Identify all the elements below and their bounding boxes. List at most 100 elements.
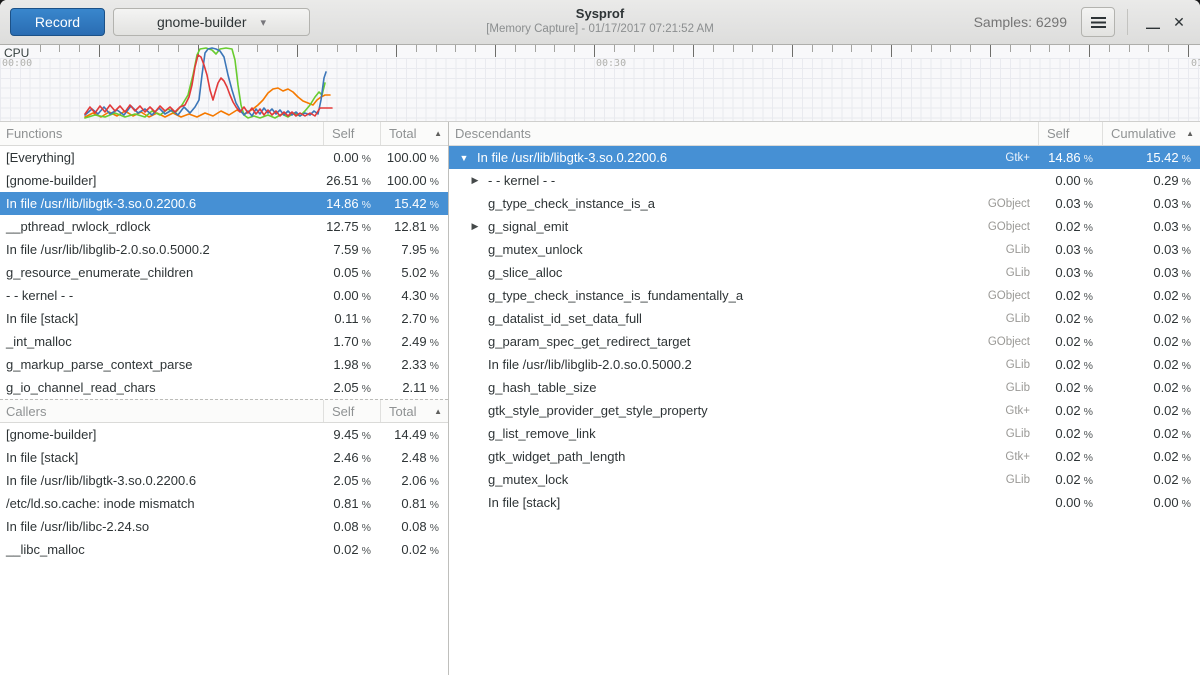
tree-row[interactable]: g_list_remove_linkGLib0.02%0.02%	[449, 422, 1200, 445]
expander-icon[interactable]: ▶	[468, 175, 482, 186]
percent-sign: %	[1182, 452, 1191, 464]
tree-row[interactable]: g_datalist_id_set_data_fullGLib0.02%0.02…	[449, 307, 1200, 330]
tree-row[interactable]: In file [stack]0.00%0.00%	[449, 491, 1200, 514]
cumulative-percent: 0.02%	[1102, 449, 1200, 464]
tree-row[interactable]: g_type_check_instance_is_aGObject0.03%0.…	[449, 192, 1200, 215]
table-row[interactable]: In file [stack]0.11%2.70%	[0, 307, 448, 330]
table-row[interactable]: In file /usr/lib/libgtk-3.so.0.2200.62.0…	[0, 469, 448, 492]
table-row[interactable]: [gnome-builder]26.51%100.00%	[0, 169, 448, 192]
expander-icon[interactable]: ▶	[468, 221, 482, 232]
tree-row[interactable]: In file /usr/lib/libglib-2.0.so.0.5000.2…	[449, 353, 1200, 376]
descendants-pane: Descendants Self Cumulative▲ ▼In file /u…	[449, 122, 1200, 675]
functions-column-header[interactable]: Functions	[0, 126, 323, 141]
percent-sign: %	[362, 383, 371, 395]
function-name: g_slice_alloc	[482, 265, 956, 280]
total-percent: 2.48%	[380, 450, 448, 465]
function-name: g_list_remove_link	[482, 426, 956, 441]
percent-sign: %	[1084, 245, 1093, 257]
table-row[interactable]: g_resource_enumerate_children0.05%5.02%	[0, 261, 448, 284]
percent-sign: %	[1182, 291, 1191, 303]
functions-table: [Everything]0.00%100.00%[gnome-builder]2…	[0, 146, 448, 399]
self-percent: 0.00%	[1038, 495, 1102, 510]
minimize-button[interactable]: —	[1140, 9, 1166, 35]
percent-sign: %	[430, 245, 439, 257]
tree-row[interactable]: g_hash_table_sizeGLib0.02%0.02%	[449, 376, 1200, 399]
self-percent: 0.03%	[1038, 196, 1102, 211]
function-name: g_type_check_instance_is_a	[482, 196, 956, 211]
table-row[interactable]: In file [stack]2.46%2.48%	[0, 446, 448, 469]
cpu-blue	[85, 48, 326, 116]
tree-row[interactable]: ▶- - kernel - -0.00%0.29%	[449, 169, 1200, 192]
close-icon: ✕	[1173, 14, 1185, 31]
library-tag: GLib	[956, 359, 1038, 371]
table-row[interactable]: g_markup_parse_context_parse1.98%2.33%	[0, 353, 448, 376]
target-selector[interactable]: gnome-builder ▾	[113, 8, 310, 36]
cumulative-percent: 0.02%	[1102, 334, 1200, 349]
headerbar-separator	[1127, 9, 1128, 35]
table-row[interactable]: __libc_malloc0.02%0.02%	[0, 538, 448, 561]
expander-icon[interactable]: ▼	[457, 153, 471, 163]
self-column-header[interactable]: Self	[323, 400, 380, 422]
table-row[interactable]: [Everything]0.00%100.00%	[0, 146, 448, 169]
tree-row[interactable]: g_mutex_unlockGLib0.03%0.03%	[449, 238, 1200, 261]
callers-column-header[interactable]: Callers	[0, 404, 323, 419]
function-name: g_resource_enumerate_children	[0, 265, 323, 280]
library-tag: GLib	[956, 313, 1038, 325]
table-row[interactable]: /etc/ld.so.cache: inode mismatch0.81%0.8…	[0, 492, 448, 515]
percent-sign: %	[1182, 153, 1191, 165]
library-tag: GLib	[956, 382, 1038, 394]
cpu-visualizer[interactable]: CPU 00:00 00:30 01:00	[0, 45, 1200, 122]
self-percent: 1.70%	[323, 334, 380, 349]
time-label-mid: 00:30	[596, 58, 626, 69]
self-percent: 2.05%	[323, 473, 380, 488]
total-percent: 2.33%	[380, 357, 448, 372]
self-percent: 0.00%	[1038, 173, 1102, 188]
percent-sign: %	[362, 153, 371, 165]
record-button[interactable]: Record	[10, 8, 105, 36]
table-row[interactable]: - - kernel - -0.00%4.30%	[0, 284, 448, 307]
sort-arrow-icon: ▲	[1186, 129, 1194, 138]
tree-row[interactable]: g_mutex_lockGLib0.02%0.02%	[449, 468, 1200, 491]
self-column-header[interactable]: Self	[323, 122, 380, 145]
percent-sign: %	[430, 499, 439, 511]
table-row[interactable]: _int_malloc1.70%2.49%	[0, 330, 448, 353]
tree-row[interactable]: gtk_style_provider_get_style_propertyGtk…	[449, 399, 1200, 422]
tree-row[interactable]: ▶g_signal_emitGObject0.02%0.03%	[449, 215, 1200, 238]
percent-sign: %	[362, 522, 371, 534]
total-column-label: Total	[389, 126, 416, 141]
table-row[interactable]: [gnome-builder]9.45%14.49%	[0, 423, 448, 446]
function-name: [Everything]	[0, 150, 323, 165]
table-row[interactable]: In file /usr/lib/libgtk-3.so.0.2200.614.…	[0, 192, 448, 215]
tree-row[interactable]: g_param_spec_get_redirect_targetGObject0…	[449, 330, 1200, 353]
tree-row[interactable]: ▼In file /usr/lib/libgtk-3.so.0.2200.6Gt…	[449, 146, 1200, 169]
percent-sign: %	[1084, 475, 1093, 487]
self-percent: 14.86%	[323, 196, 380, 211]
tree-row[interactable]: gtk_widget_path_lengthGtk+0.02%0.02%	[449, 445, 1200, 468]
profile-panes: Functions Self Total▲ [Everything]0.00%1…	[0, 122, 1200, 675]
self-column-header[interactable]: Self	[1038, 122, 1102, 145]
cumulative-percent: 0.00%	[1102, 495, 1200, 510]
total-column-header[interactable]: Total▲	[380, 400, 448, 422]
cumulative-column-header[interactable]: Cumulative▲	[1102, 122, 1200, 145]
total-percent: 5.02%	[380, 265, 448, 280]
self-percent: 7.59%	[323, 242, 380, 257]
time-label-end: 01:00	[1191, 58, 1200, 69]
total-column-header[interactable]: Total▲	[380, 122, 448, 145]
total-percent: 4.30%	[380, 288, 448, 303]
percent-sign: %	[1084, 406, 1093, 418]
cpu-lines	[0, 45, 1200, 122]
tree-row[interactable]: g_slice_allocGLib0.03%0.03%	[449, 261, 1200, 284]
close-button[interactable]: ✕	[1166, 9, 1192, 35]
self-percent: 0.03%	[1038, 242, 1102, 257]
table-row[interactable]: g_io_channel_read_chars2.05%2.11%	[0, 376, 448, 399]
descendants-column-header[interactable]: Descendants	[449, 126, 1038, 141]
function-name: [gnome-builder]	[0, 173, 323, 188]
tree-row[interactable]: g_type_check_instance_is_fundamentally_a…	[449, 284, 1200, 307]
percent-sign: %	[1182, 268, 1191, 280]
table-row[interactable]: In file /usr/lib/libc-2.24.so0.08%0.08%	[0, 515, 448, 538]
table-row[interactable]: __pthread_rwlock_rdlock12.75%12.81%	[0, 215, 448, 238]
total-percent: 15.42%	[380, 196, 448, 211]
table-row[interactable]: In file /usr/lib/libglib-2.0.so.0.5000.2…	[0, 238, 448, 261]
menu-button[interactable]	[1081, 7, 1115, 37]
minimize-icon: —	[1146, 19, 1160, 35]
